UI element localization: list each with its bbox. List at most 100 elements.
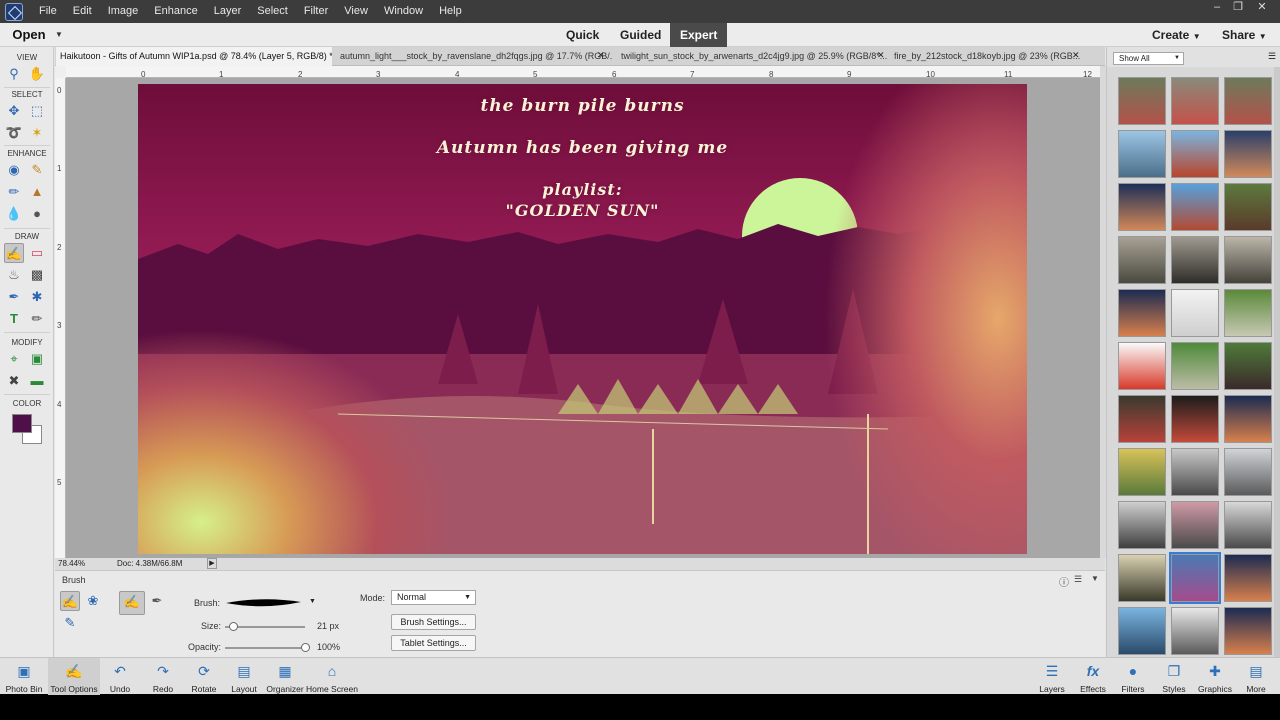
thumbnail[interactable] (1171, 130, 1219, 178)
thumbnail[interactable] (1224, 554, 1272, 602)
zoom-level[interactable]: 78.44% (58, 559, 85, 568)
move-tool-icon[interactable]: ✥ (4, 101, 24, 121)
gradient-tool-icon[interactable]: ▩ (27, 265, 47, 285)
menu-window[interactable]: Window (376, 0, 431, 23)
hand-tool-icon[interactable]: ✋ (27, 64, 47, 84)
thumbnail[interactable] (1118, 77, 1166, 125)
sponge-tool-icon[interactable]: ● (27, 204, 47, 224)
photo-bin-button[interactable]: ▣ Photo Bin (2, 658, 46, 695)
marquee-tool-icon[interactable]: ⬚ (27, 101, 47, 121)
thumbnail[interactable] (1171, 342, 1219, 390)
thumbnail[interactable] (1171, 607, 1219, 655)
thumbnail[interactable] (1224, 183, 1272, 231)
open-dropdown-icon[interactable]: ▼ (55, 25, 65, 45)
blend-mode-select[interactable]: Normal ▼ (391, 590, 476, 605)
mode-guided-tab[interactable]: Guided (610, 23, 671, 47)
menu-view[interactable]: View (336, 0, 376, 23)
photo-bin[interactable] (1106, 67, 1280, 657)
thumbnail[interactable] (1171, 77, 1219, 125)
thumbnail[interactable] (1171, 448, 1219, 496)
magic-wand-icon[interactable]: ✶ (27, 123, 47, 143)
thumbnail[interactable] (1224, 77, 1272, 125)
clone-stamp-icon[interactable]: ▲ (27, 182, 47, 202)
impressionist-brush-icon[interactable]: ❀ (83, 591, 103, 611)
tab-twilight-sun[interactable]: twilight_sun_stock_by_arwenarts_d2c4jg9.… (617, 47, 887, 66)
brush-tool-icon[interactable]: ✍ (4, 243, 24, 263)
menu-help[interactable]: Help (431, 0, 470, 23)
bin-menu-icon[interactable]: ☰ (1268, 51, 1276, 62)
close-icon[interactable]: ✕ (1072, 50, 1080, 61)
zoom-tool-icon[interactable]: ⚲ (4, 64, 24, 84)
close-icon[interactable]: ✕ (597, 50, 605, 61)
thumbnail[interactable] (1224, 607, 1272, 655)
eyedropper-icon[interactable]: ✒ (4, 287, 24, 307)
opacity-value[interactable]: 100% (317, 642, 340, 652)
thumbnail[interactable] (1118, 130, 1166, 178)
thumbnail[interactable] (1171, 236, 1219, 284)
bin-scrollbar[interactable] (1274, 67, 1280, 657)
bin-filter-select[interactable]: Show All ▼ (1113, 52, 1184, 65)
tab-haikutoon[interactable]: Haikutoon - Gifts of Autumn WIP1a.psd @ … (56, 47, 332, 66)
layers-button[interactable]: ☰ Layers (1034, 658, 1070, 695)
thumbnail[interactable] (1118, 501, 1166, 549)
recompose-tool-icon[interactable]: ▣ (27, 349, 47, 369)
organizer-button[interactable]: ▦ Organizer (265, 658, 305, 695)
thumbnail[interactable] (1118, 236, 1166, 284)
thumbnail[interactable] (1224, 130, 1272, 178)
chevron-down-icon[interactable]: ▼ (1091, 574, 1099, 583)
thumbnail[interactable] (1224, 395, 1272, 443)
restore-icon[interactable]: ❐ (1228, 0, 1248, 14)
thumbnail[interactable] (1118, 183, 1166, 231)
blur-tool-icon[interactable]: 💧 (4, 204, 24, 224)
undo-button[interactable]: ↶ Undo (102, 658, 138, 695)
menu-icon[interactable]: ☰ (1074, 574, 1082, 585)
menu-edit[interactable]: Edit (65, 0, 100, 23)
brush-settings-button[interactable]: Brush Settings... (391, 614, 476, 630)
menu-image[interactable]: Image (100, 0, 147, 23)
thumbnail[interactable] (1118, 554, 1166, 602)
effects-button[interactable]: fx Effects (1075, 658, 1111, 695)
styles-button[interactable]: ❐ Styles (1156, 658, 1192, 695)
thumbnail[interactable] (1224, 342, 1272, 390)
color-replacement-icon[interactable]: ✎ (60, 613, 80, 633)
status-arrow-icon[interactable]: ▶ (207, 558, 217, 569)
menu-filter[interactable]: Filter (296, 0, 336, 23)
menu-select[interactable]: Select (249, 0, 296, 23)
more-button[interactable]: ▤ More (1238, 658, 1274, 695)
thumbnail[interactable] (1118, 289, 1166, 337)
spot-healing-icon[interactable]: ✎ (27, 160, 47, 180)
redo-button[interactable]: ↷ Redo (145, 658, 181, 695)
smart-brush-icon[interactable]: ✏ (4, 182, 24, 202)
menu-file[interactable]: File (31, 0, 65, 23)
thumbnail[interactable] (1224, 289, 1272, 337)
help-icon[interactable]: ⓘ (1059, 574, 1069, 589)
share-button[interactable]: Share ▼ (1222, 23, 1267, 47)
straighten-tool-icon[interactable]: ▬ (27, 371, 47, 391)
type-tool-icon[interactable]: T (4, 309, 24, 329)
menu-layer[interactable]: Layer (206, 0, 250, 23)
thumbnail[interactable] (1224, 448, 1272, 496)
artwork-image[interactable]: the burn pile burns Autumn has been givi… (138, 84, 1027, 554)
lasso-tool-icon[interactable]: ➰ (4, 123, 24, 143)
filters-button[interactable]: ● Filters (1115, 658, 1151, 695)
mode-quick-tab[interactable]: Quick (556, 23, 609, 47)
opacity-slider-handle[interactable] (301, 643, 310, 652)
thumbnail[interactable] (1171, 183, 1219, 231)
thumbnail[interactable] (1118, 448, 1166, 496)
thumbnail[interactable] (1171, 501, 1219, 549)
close-window-icon[interactable]: ✕ (1252, 0, 1272, 14)
menu-enhance[interactable]: Enhance (146, 0, 205, 23)
rotate-button[interactable]: ⟳ Rotate (185, 658, 223, 695)
create-button[interactable]: Create ▼ (1152, 23, 1201, 47)
pencil-tool-icon[interactable]: ✏ (27, 309, 47, 329)
size-value[interactable]: 21 px (317, 621, 339, 631)
red-eye-tool-icon[interactable]: ◉ (4, 160, 24, 180)
opacity-slider-track[interactable] (225, 647, 305, 649)
home-screen-button[interactable]: ⌂ Home Screen (306, 658, 358, 695)
thumbnail[interactable] (1118, 607, 1166, 655)
graphics-button[interactable]: ✚ Graphics (1196, 658, 1234, 695)
tool-options-button[interactable]: ✍ Tool Options (48, 658, 100, 695)
thumbnail[interactable] (1118, 342, 1166, 390)
thumbnail[interactable] (1171, 289, 1219, 337)
thumbnail[interactable] (1118, 395, 1166, 443)
